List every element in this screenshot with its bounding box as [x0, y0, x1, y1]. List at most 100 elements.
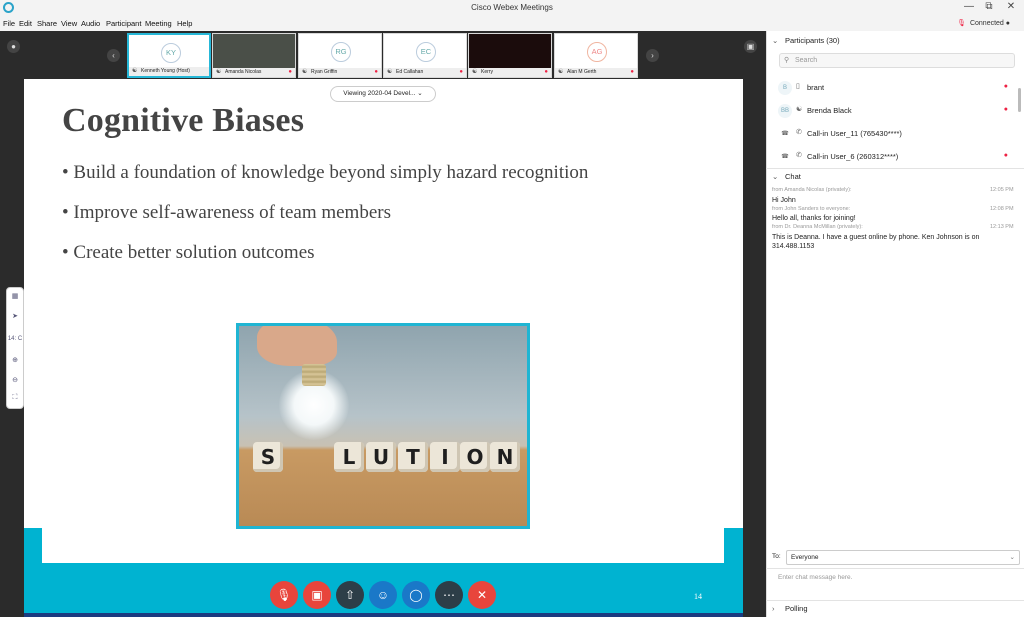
- chevron-down-icon: ⌄: [417, 90, 423, 97]
- slide-footer-panel: [42, 528, 724, 563]
- polling-title: Polling: [785, 604, 808, 613]
- person-icon: ☺: [376, 588, 390, 602]
- chat-recipient-select[interactable]: Everyone ⌄: [786, 550, 1020, 565]
- menu-share[interactable]: Share: [37, 19, 57, 28]
- chat-sender: from John Sanders to everyone:: [772, 206, 851, 212]
- slide-image: S L U T I O N: [236, 323, 530, 529]
- zoom-in-icon[interactable]: ⊕: [7, 356, 23, 364]
- lightbulb-base: [302, 364, 326, 386]
- gear-icon[interactable]: ●: [7, 40, 20, 53]
- menu-participant[interactable]: Participant: [106, 19, 141, 28]
- menu-file[interactable]: File: [3, 19, 15, 28]
- chat-header[interactable]: ⌄ Chat: [766, 168, 1024, 184]
- stop-video-button[interactable]: ▣: [303, 581, 331, 609]
- participants-button[interactable]: ☺: [369, 581, 397, 609]
- tile-name-bar: ☯ Kenneth Young (Host): [129, 67, 209, 76]
- filmstrip-prev-button[interactable]: ‹: [107, 49, 120, 62]
- chat-icon: ◯: [409, 588, 423, 602]
- slide-page-number: 14: [694, 592, 702, 601]
- mute-button[interactable]: 🎙: [270, 581, 298, 609]
- avatar: AG: [587, 42, 607, 62]
- person-icon: ☯: [558, 69, 564, 75]
- tile-name-bar: ☯ Ryan Griffin ●: [299, 68, 381, 77]
- tile-name-bar: ☯ Alan M Gerth ●: [555, 68, 637, 77]
- video-icon: ☯: [216, 69, 222, 75]
- menu-audio[interactable]: Audio: [81, 19, 100, 28]
- close-icon[interactable]: ✕: [1004, 1, 1018, 12]
- chat-sender: from Dr. Deanna McMillan (privately):: [772, 224, 863, 230]
- participant-row[interactable]: BB ☯ Brenda Black ●: [766, 103, 1018, 125]
- chat-message: Hello all, thanks for joining!: [772, 215, 856, 222]
- slide-bullet: • Build a foundation of knowledge beyond…: [62, 162, 589, 183]
- video-off-icon: ▣: [311, 588, 323, 602]
- mic-muted-icon: ●: [1003, 83, 1008, 90]
- chat-message-input[interactable]: Enter chat message here.: [778, 574, 852, 581]
- participant-tile[interactable]: ☯ Amanda Nicolas ●: [212, 33, 296, 78]
- thumbnail-icon[interactable]: ▦: [7, 292, 23, 300]
- fullscreen-icon[interactable]: ⛶: [7, 394, 23, 402]
- mic-muted-icon: 🎙: [276, 588, 292, 602]
- person-icon: ☯: [387, 69, 393, 75]
- title-bar: Cisco Webex Meetings — ⧉ ✕: [0, 0, 1024, 16]
- participants-header[interactable]: ⌄ Participants (30): [766, 33, 1024, 49]
- zoom-out-icon[interactable]: ⊖: [7, 376, 23, 384]
- slide-bottom-strip: [24, 613, 743, 617]
- page-indicator: 14: C: [7, 336, 23, 342]
- participant-tile[interactable]: RG ☯ Ryan Griffin ●: [298, 33, 382, 78]
- viewing-dropdown[interactable]: Viewing 2020-04 Devel... ⌄: [330, 86, 436, 102]
- more-options-button[interactable]: ⋯: [435, 581, 463, 609]
- dice: S: [253, 442, 283, 472]
- tile-name-bar: ☯ Kerry ●: [469, 68, 551, 77]
- chevron-down-icon: ⌄: [1009, 554, 1015, 561]
- menu-edit[interactable]: Edit: [19, 19, 32, 28]
- participant-search-input[interactable]: ⚲ Search: [779, 53, 1015, 68]
- video-icon: ☯: [472, 69, 478, 75]
- participant-row[interactable]: B ▯ brant ●: [766, 80, 1018, 102]
- phone-icon: ☎: [778, 150, 792, 164]
- participant-name: Call-in User_6 (260312****): [807, 152, 899, 161]
- menu-meeting[interactable]: Meeting: [145, 19, 172, 28]
- dice: U: [366, 442, 396, 472]
- participant-tile[interactable]: KY ☯ Kenneth Young (Host): [127, 33, 211, 78]
- annotation-toolbar: ▦ ➤ 14: C ⊕ ⊖ ⛶: [6, 287, 24, 409]
- chevron-down-icon: ⌄: [772, 172, 779, 181]
- mic-muted-icon: ●: [1003, 106, 1008, 113]
- restore-icon[interactable]: ⧉: [982, 1, 996, 12]
- chat-to-label: To:: [772, 553, 781, 560]
- leave-meeting-button[interactable]: ✕: [468, 581, 496, 609]
- hand-graphic: [257, 326, 337, 366]
- participant-tile[interactable]: ☯ Kerry ●: [468, 33, 552, 78]
- participant-tile[interactable]: AG ☯ Alan M Gerth ●: [554, 33, 638, 78]
- connection-status: 🎙 Connected ●: [957, 20, 1010, 27]
- tile-name: Alan M Gerth: [567, 69, 597, 75]
- video-icon: ☯: [796, 106, 803, 113]
- minimize-icon[interactable]: —: [962, 1, 976, 12]
- share-icon: ⇧: [344, 588, 356, 602]
- person-icon: ☯: [302, 69, 308, 75]
- participant-row[interactable]: ☎ ✆ Call-in User_11 (765430****): [766, 126, 1018, 148]
- tile-name: Ryan Griffin: [311, 69, 338, 75]
- recipient-value: Everyone: [791, 554, 819, 561]
- menu-help[interactable]: Help: [177, 19, 192, 28]
- menu-view[interactable]: View: [61, 19, 77, 28]
- chat-time: 12:13 PM: [990, 224, 1014, 230]
- chat-time: 12:05 PM: [990, 187, 1014, 193]
- phone-icon: ▯: [796, 83, 800, 90]
- tile-name: Amanda Nicolas: [225, 69, 262, 75]
- chat-button[interactable]: ◯: [402, 581, 430, 609]
- share-button[interactable]: ⇧: [336, 581, 364, 609]
- divider: [766, 568, 1024, 569]
- layout-icon[interactable]: ▣: [744, 40, 757, 53]
- dice: O: [460, 442, 490, 472]
- slide-bullet: • Create better solution outcomes: [62, 242, 315, 263]
- participants-scrollbar[interactable]: [1018, 88, 1021, 112]
- connected-label: Connected: [969, 20, 1004, 27]
- participant-tile[interactable]: EC ☯ Ed Callahan ●: [383, 33, 467, 78]
- tile-name: Ed Callahan: [396, 69, 424, 75]
- filmstrip-next-button[interactable]: ›: [646, 49, 659, 62]
- search-placeholder: Search: [795, 57, 818, 64]
- pointer-icon[interactable]: ➤: [7, 312, 23, 320]
- chat-time: 12:08 PM: [990, 206, 1014, 212]
- polling-header[interactable]: › Polling: [766, 600, 1024, 616]
- viewing-label: Viewing 2020-04 Devel...: [343, 90, 416, 97]
